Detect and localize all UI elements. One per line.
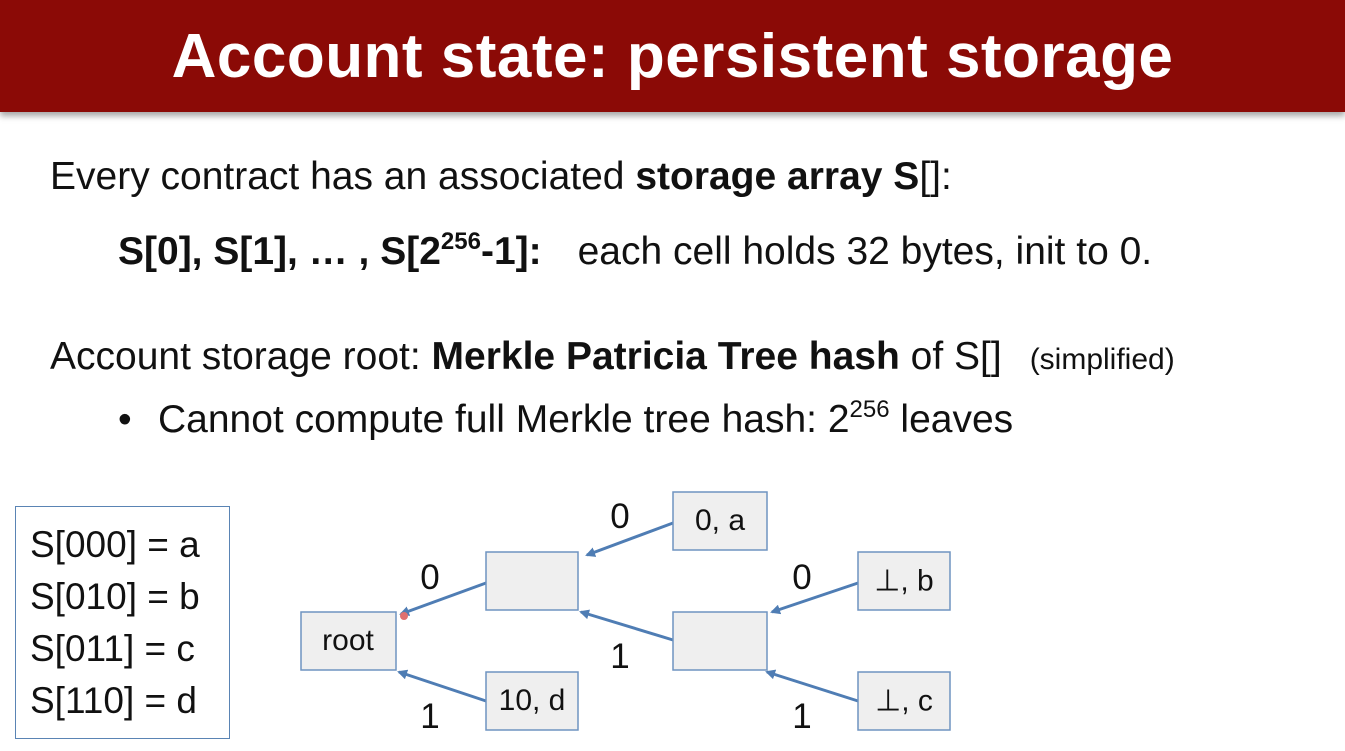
edge-label-leaf-b: 0: [792, 558, 812, 597]
node-root-label: root: [322, 624, 374, 657]
node-leaf-b-label: ⊥, b: [874, 564, 934, 598]
edge-label-inner-right: 1: [610, 637, 630, 676]
edge-leaf-c-to-inner-right: [765, 669, 859, 703]
node-leaf-10d-label: 10, d: [498, 684, 566, 717]
node-inner-top: [485, 551, 579, 611]
edge-inner-top-to-root: [399, 581, 487, 616]
edge-label-leaf-0a: 0: [610, 497, 630, 536]
merkle-tree-diagram: [300, 491, 951, 731]
node-leaf-0a-label: 0, a: [694, 504, 746, 537]
edge-inner-right-to-inner-top: [579, 609, 674, 642]
node-inner-right: [672, 611, 768, 671]
pointer-dot: [400, 612, 408, 620]
edge-leaf-10d-to-root: [397, 669, 487, 703]
edge-leaf-0a-to-inner-top: [585, 521, 674, 557]
edge-label-leaf-10d: 1: [420, 697, 440, 736]
edge-label-inner-top: 0: [420, 558, 440, 597]
edge-leaf-b-to-inner-right: [770, 581, 859, 615]
node-leaf-c-label: ⊥, c: [875, 684, 933, 718]
edge-label-leaf-c: 1: [792, 697, 812, 736]
